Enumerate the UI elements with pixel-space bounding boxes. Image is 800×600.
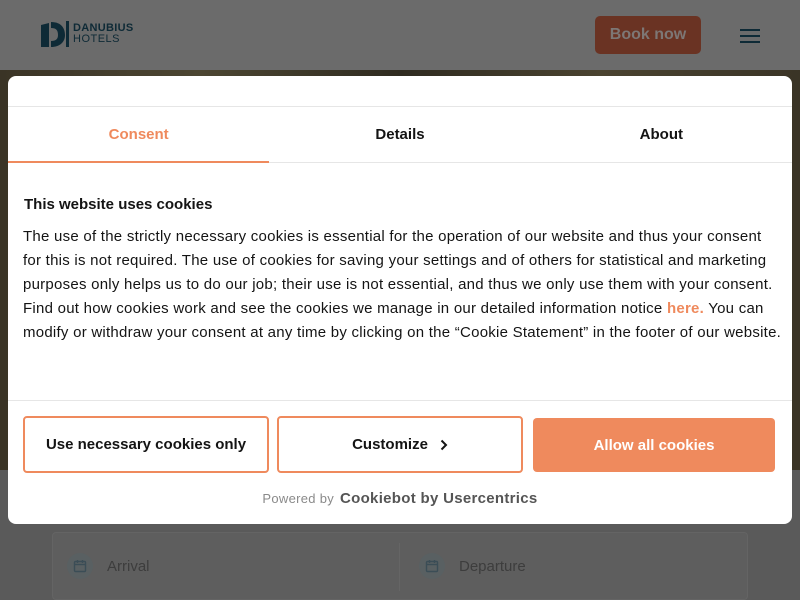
booking-widget: Arrival Departure	[52, 532, 748, 600]
cookie-text-part-1: The use of the strictly necessary cookie…	[23, 228, 773, 317]
customize-label: Customize	[352, 436, 428, 453]
arrival-placeholder: Arrival	[107, 557, 150, 575]
calendar-icon	[419, 553, 445, 579]
powered-by: Powered by Cookiebot by Usercentrics	[8, 490, 792, 507]
allow-all-cookies-button[interactable]: Allow all cookies	[533, 418, 775, 472]
hamburger-menu-icon[interactable]	[740, 29, 760, 43]
cookie-description: The use of the strictly necessary cookie…	[23, 225, 783, 345]
departure-field[interactable]: Departure	[419, 553, 526, 579]
powered-by-label: Powered by	[262, 491, 335, 506]
cookie-title: This website uses cookies	[24, 196, 213, 213]
tab-about[interactable]: About	[531, 107, 792, 162]
customize-button[interactable]: Customize	[277, 416, 523, 473]
site-header: DANUBIUS HOTELS Book now	[0, 0, 800, 70]
calendar-icon	[67, 553, 93, 579]
danubius-logo[interactable]: DANUBIUS HOTELS	[40, 19, 133, 49]
cookie-tabs: Consent Details About	[8, 106, 792, 163]
info-notice-link[interactable]: here.	[667, 300, 704, 317]
tab-consent[interactable]: Consent	[8, 107, 270, 163]
chevron-right-icon	[440, 439, 448, 450]
cookie-consent-dialog: Consent Details About This website uses …	[8, 76, 792, 524]
cookiebot-brand-link[interactable]: Cookiebot by Usercentrics	[340, 490, 538, 507]
divider	[8, 400, 792, 401]
danubius-logo-mark-icon	[41, 21, 69, 47]
tab-details[interactable]: Details	[269, 107, 530, 162]
necessary-cookies-button[interactable]: Use necessary cookies only	[23, 416, 269, 473]
logo-line-2: HOTELS	[73, 33, 121, 45]
book-now-button[interactable]: Book now	[595, 16, 701, 54]
arrival-field[interactable]: Arrival	[67, 553, 150, 579]
departure-placeholder: Departure	[459, 557, 526, 575]
field-divider	[399, 543, 400, 591]
